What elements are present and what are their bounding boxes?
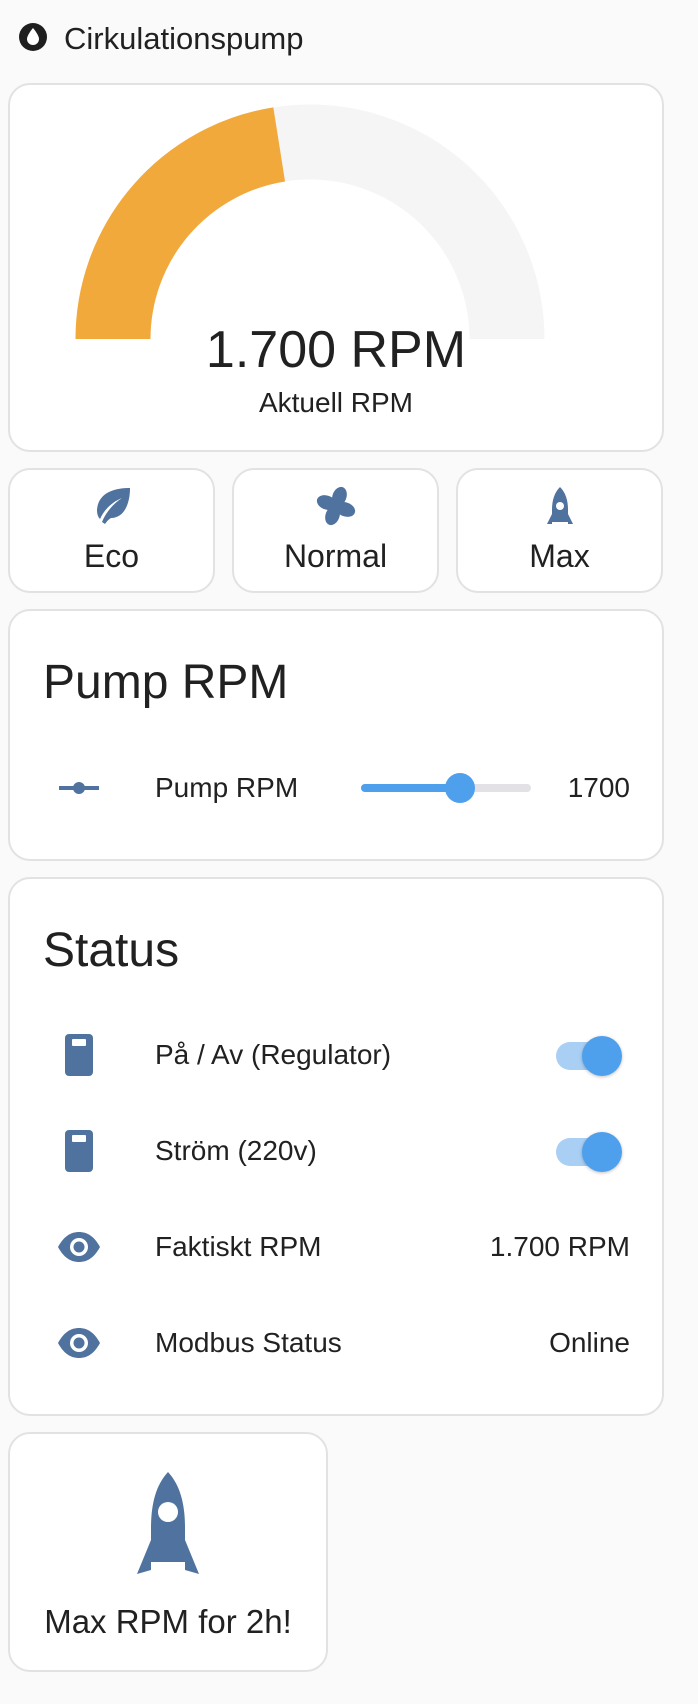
power-socket-icon [54, 1030, 104, 1080]
power-socket-icon [54, 1126, 104, 1176]
power-220v-toggle[interactable] [556, 1132, 622, 1172]
modbus-status-value: Online [549, 1327, 630, 1358]
actual-rpm-row[interactable]: Faktiskt RPM 1.700 RPM [10, 1217, 662, 1277]
pump-rpm-title: Pump RPM [43, 656, 289, 709]
power-regulator-toggle[interactable] [556, 1036, 622, 1076]
max-mode-button[interactable]: Max [456, 468, 663, 593]
normal-mode-button[interactable]: Normal [232, 468, 439, 593]
modbus-status-row[interactable]: Modbus Status Online [10, 1313, 662, 1373]
status-card: Status På / Av (Regulator) Ström (220v) [8, 877, 664, 1416]
fan-icon [314, 484, 358, 528]
rpm-gauge-card[interactable]: 1.700 RPM Aktuell RPM [8, 83, 664, 452]
leaf-icon [90, 484, 134, 528]
max-rpm-2h-label: Max RPM for 2h! [44, 1603, 292, 1640]
page-title: Cirkulationspump [64, 21, 304, 56]
max-rpm-2h-button[interactable]: Max RPM for 2h! [8, 1432, 328, 1672]
page-header: Cirkulationspump [18, 14, 304, 64]
eco-mode-button[interactable]: Eco [8, 468, 215, 593]
rocket-icon [538, 484, 582, 528]
water-drop-icon [18, 22, 48, 57]
normal-mode-label: Normal [283, 538, 388, 574]
pump-rpm-value: 1700 [567, 772, 630, 803]
gauge-value: 1.700 RPM [205, 321, 467, 379]
toggle-knob [582, 1132, 622, 1172]
slider-horizontal-icon [54, 763, 104, 813]
status-title: Status [43, 924, 180, 977]
gauge-label: Aktuell RPM [258, 387, 414, 418]
eye-icon [54, 1318, 104, 1368]
power-regulator-row[interactable]: På / Av (Regulator) [10, 1025, 662, 1085]
max-mode-label: Max [529, 538, 590, 574]
toggle-knob [582, 1036, 622, 1076]
power-220v-row[interactable]: Ström (220v) [10, 1121, 662, 1181]
eye-icon [54, 1222, 104, 1272]
modbus-status-label: Modbus Status [155, 1327, 342, 1358]
pump-rpm-label: Pump RPM [155, 772, 299, 803]
pump-rpm-card: Pump RPM Pump RPM 1700 [8, 609, 664, 861]
slider-thumb[interactable] [444, 773, 475, 803]
actual-rpm-label: Faktiskt RPM [155, 1231, 322, 1262]
rocket-icon [123, 1470, 213, 1585]
actual-rpm-value: 1.700 RPM [489, 1231, 630, 1262]
pump-rpm-row: Pump RPM 1700 [10, 758, 662, 818]
power-220v-label: Ström (220v) [155, 1135, 317, 1166]
eco-mode-label: Eco [83, 538, 140, 574]
power-regulator-label: På / Av (Regulator) [155, 1039, 392, 1070]
pump-rpm-slider[interactable] [361, 773, 531, 803]
gauge-fill [75, 107, 286, 340]
